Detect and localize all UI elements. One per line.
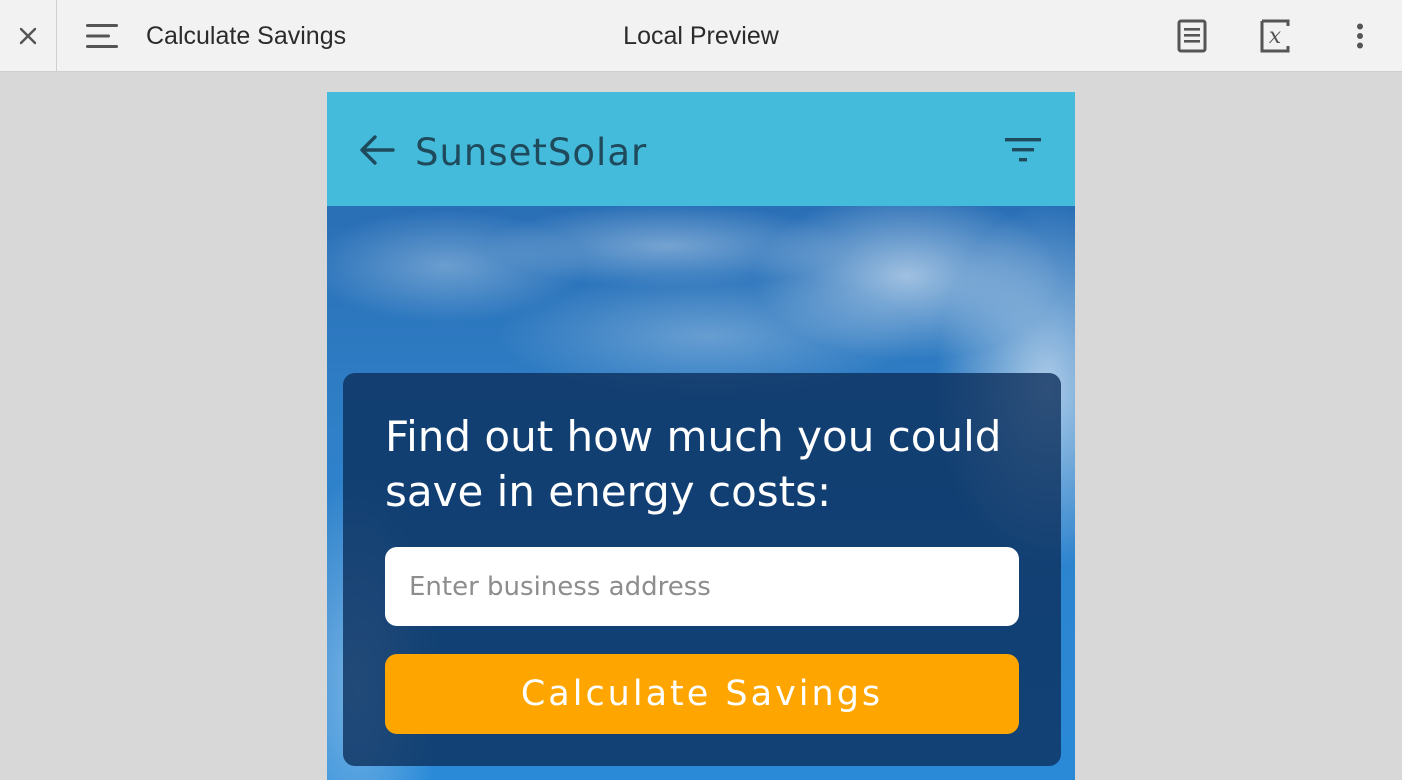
back-button[interactable] xyxy=(357,130,397,170)
savings-headline: Find out how much you could save in ener… xyxy=(385,412,1002,516)
app-title: SunsetSolar xyxy=(415,131,648,174)
close-icon xyxy=(19,27,37,45)
toolbar-title: Calculate Savings xyxy=(146,22,347,50)
savings-card: Find out how much you could save in ener… xyxy=(343,373,1061,766)
filter-button[interactable] xyxy=(1001,130,1045,170)
business-address-input[interactable] xyxy=(385,547,1019,626)
menu-icon xyxy=(86,24,118,48)
calculate-savings-button[interactable]: Calculate Savings xyxy=(385,654,1019,734)
back-arrow-icon xyxy=(360,135,395,165)
app-preview: SunsetSolar Find out how much you could … xyxy=(327,92,1075,780)
variables-button[interactable]: x xyxy=(1255,16,1295,56)
more-options-button[interactable] xyxy=(1340,16,1380,56)
close-button[interactable] xyxy=(0,0,57,72)
hero-section: Find out how much you could save in ener… xyxy=(327,206,1075,780)
svg-text:x: x xyxy=(1269,24,1282,49)
document-button[interactable] xyxy=(1172,16,1212,56)
more-vertical-icon xyxy=(1357,23,1363,49)
menu-button[interactable] xyxy=(82,18,122,54)
filter-icon xyxy=(1005,138,1041,162)
variable-icon: x xyxy=(1260,19,1290,53)
document-icon xyxy=(1177,19,1207,53)
preview-label: Local Preview xyxy=(623,22,779,50)
app-bar: SunsetSolar xyxy=(327,92,1075,206)
top-toolbar: Calculate Savings Local Preview x xyxy=(0,0,1402,72)
